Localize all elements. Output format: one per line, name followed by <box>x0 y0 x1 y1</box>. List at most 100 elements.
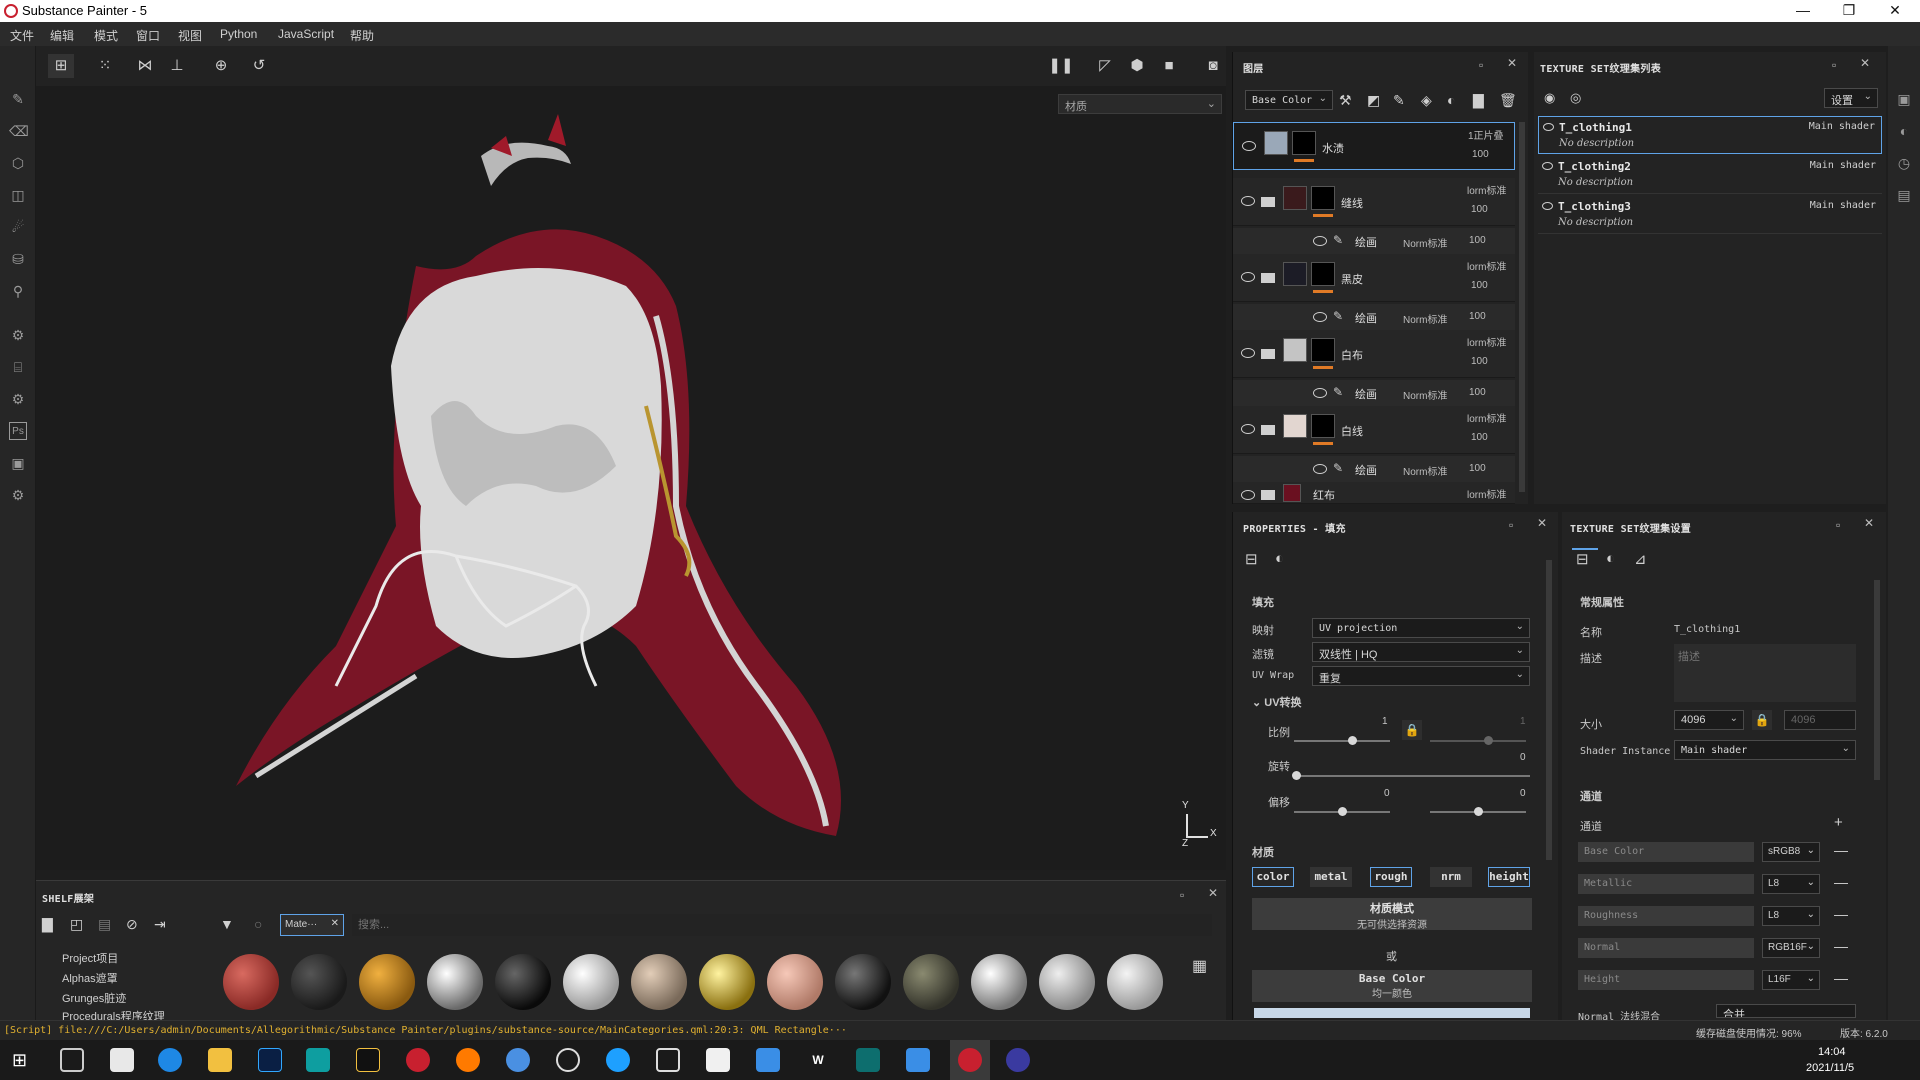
layer-mask-thumbnail[interactable] <box>1311 262 1335 286</box>
folder-icon[interactable]: ▇ <box>42 916 53 933</box>
grid-view-icon[interactable]: ▦ <box>1192 956 1207 976</box>
layer-opacity[interactable]: 100 <box>1471 356 1488 367</box>
offset-x-value[interactable]: 0 <box>1384 788 1390 799</box>
menu-file[interactable]: 文件 <box>10 27 34 44</box>
layer-blend-mode[interactable]: lorm标准 <box>1467 182 1506 197</box>
visibility-eye-icon[interactable] <box>1542 202 1553 210</box>
texture-set-item[interactable]: T_clothing1 Main shader No description <box>1538 116 1882 154</box>
layer-mask-thumbnail[interactable] <box>1292 131 1316 155</box>
paint-sublayer[interactable]: ✎ 绘画 Norm标准 100 <box>1233 304 1515 330</box>
symmetry-x-icon[interactable]: ⋈ <box>132 54 158 78</box>
menu-python[interactable]: Python <box>220 27 257 41</box>
ts-name-value[interactable]: T_clothing1 <box>1674 624 1740 635</box>
base-color-button[interactable]: Base Color 均一颜色 <box>1252 970 1532 1002</box>
display-settings-icon[interactable]: ▣ <box>1895 90 1913 108</box>
sublayer-blend[interactable]: Norm标准 <box>1403 387 1447 402</box>
paint-sublayer[interactable]: ✎ 绘画 Norm标准 100 <box>1233 456 1515 482</box>
layer-blend-mode[interactable]: lorm标准 <box>1467 410 1506 425</box>
layers-float-icon[interactable]: ▫ <box>1479 58 1483 72</box>
show-hidden-icon[interactable]: ◉ <box>1544 90 1555 106</box>
menu-view[interactable]: 视图 <box>178 27 202 44</box>
visibility-eye-icon[interactable] <box>1542 162 1553 170</box>
pause-icon[interactable]: ❚❚ <box>1048 54 1074 78</box>
channel-format-select[interactable]: L16F ⌄ <box>1762 970 1820 990</box>
app-icon[interactable] <box>506 1048 530 1072</box>
layer-blend-mode[interactable]: 1正片叠 <box>1468 127 1504 142</box>
visibility-eye-icon[interactable] <box>1313 312 1327 322</box>
close-icon[interactable]: ✕ <box>331 918 339 929</box>
material-thumbnail[interactable] <box>903 954 959 1010</box>
material-thumbnail[interactable] <box>835 954 891 1010</box>
projection-icon[interactable]: ⬡ <box>9 154 27 172</box>
material-thumbnail[interactable] <box>563 954 619 1010</box>
menu-edit[interactable]: 编辑 <box>50 27 74 44</box>
new-window-icon[interactable]: ◰ <box>70 916 83 933</box>
menu-help[interactable]: 帮助 <box>350 27 374 44</box>
log-icon[interactable]: ▤ <box>1895 186 1913 204</box>
channel-chip-color[interactable]: color <box>1252 867 1294 887</box>
file-explorer-icon[interactable] <box>208 1048 232 1072</box>
sublayer-opacity[interactable]: 100 <box>1469 463 1486 474</box>
material-thumbnail[interactable] <box>1107 954 1163 1010</box>
material-thumbnail[interactable] <box>359 954 415 1010</box>
substance-painter-icon[interactable] <box>958 1048 982 1072</box>
channel-format-select[interactable]: RGB16F ⌄ <box>1762 938 1820 958</box>
material-thumbnail[interactable] <box>427 954 483 1010</box>
ts-settings-float-icon[interactable]: ▫ <box>1836 518 1840 532</box>
material-tab-icon[interactable]: ◐ <box>1275 550 1284 567</box>
layer-opacity[interactable]: 100 <box>1471 432 1488 443</box>
sublayer-blend[interactable]: Norm标准 <box>1403 311 1447 326</box>
grid-dots-icon[interactable]: ⁙ <box>92 54 118 78</box>
visibility-eye-icon[interactable] <box>1242 141 1256 151</box>
clone-stamp-icon[interactable]: ⛁ <box>9 250 27 268</box>
close-button[interactable]: ✕ <box>1872 0 1918 22</box>
eye-icon[interactable]: ◎ <box>1570 90 1581 106</box>
mail-icon[interactable] <box>756 1048 780 1072</box>
edge-browser-icon[interactable] <box>158 1048 182 1072</box>
ts-settings-scrollbar[interactable] <box>1874 580 1880 780</box>
uv-transform-section[interactable]: ⌄ UV转换 <box>1252 694 1302 710</box>
menu-javascript[interactable]: JavaScript <box>278 27 334 41</box>
offset-y-slider-knob[interactable] <box>1474 807 1483 816</box>
bake-icon[interactable]: ⌸ <box>9 358 27 376</box>
app-icon[interactable] <box>906 1048 930 1072</box>
offset-y-value[interactable]: 0 <box>1520 788 1526 799</box>
layer-opacity[interactable]: 100 <box>1472 149 1489 160</box>
import-icon[interactable]: ⇥ <box>154 916 166 933</box>
layer-item[interactable]: 黑皮 lorm标准 100 <box>1233 254 1515 302</box>
polygon-fill-icon[interactable]: ◫ <box>9 186 27 204</box>
layer-opacity[interactable]: 100 <box>1471 204 1488 215</box>
props-scrollbar[interactable] <box>1546 560 1552 860</box>
add-channel-icon[interactable]: + <box>1834 814 1843 831</box>
material-thumbnail[interactable] <box>631 954 687 1010</box>
marvelous-app-icon[interactable] <box>356 1048 380 1072</box>
material-mode-button[interactable]: 材质模式 无可供选择资源 <box>1252 898 1532 931</box>
add-effect-icon[interactable]: ⚒ <box>1339 92 1352 109</box>
material-thumbnail[interactable] <box>291 954 347 1010</box>
history-icon[interactable]: ↺ <box>246 54 272 78</box>
maya-app-icon[interactable] <box>856 1048 880 1072</box>
remove-channel-icon[interactable]: — <box>1834 970 1848 986</box>
filter-icon[interactable]: ▼ <box>220 916 234 932</box>
color-picker-icon[interactable]: ⚲ <box>9 282 27 300</box>
paint-sublayer[interactable]: ✎ 绘画 Norm标准 100 <box>1233 380 1515 406</box>
sublayer-blend[interactable]: Norm标准 <box>1403 235 1447 250</box>
maximize-button[interactable]: ❐ <box>1826 0 1872 22</box>
filter-tag[interactable]: Mate··· ✕ <box>280 914 344 936</box>
search-app-icon[interactable] <box>556 1048 580 1072</box>
ts-settings-close-icon[interactable]: ✕ <box>1864 516 1874 530</box>
add-folder-icon[interactable]: ▇ <box>1473 92 1484 109</box>
shelf-close-icon[interactable]: ✕ <box>1208 886 1218 900</box>
ts-settings-select[interactable]: 设置 ⌄ <box>1824 88 1878 108</box>
texture-set-item[interactable]: T_clothing3 Main shader No description <box>1538 196 1882 234</box>
3dsmax-app-icon[interactable] <box>306 1048 330 1072</box>
screenshot-camera-icon[interactable]: ◙ <box>1200 54 1226 78</box>
size-select[interactable]: 4096 ⌄ <box>1674 710 1744 730</box>
eraser-icon[interactable]: ⌫ <box>9 122 29 140</box>
layer-item[interactable]: 水渍 1正片叠 100 <box>1233 122 1515 170</box>
channel-chip-rough[interactable]: rough <box>1370 867 1412 887</box>
visibility-eye-icon[interactable] <box>1241 424 1255 434</box>
layer-mask-thumbnail[interactable] <box>1311 414 1335 438</box>
hide-icon[interactable]: ⊘ <box>126 916 138 933</box>
menu-mode[interactable]: 模式 <box>94 27 118 44</box>
